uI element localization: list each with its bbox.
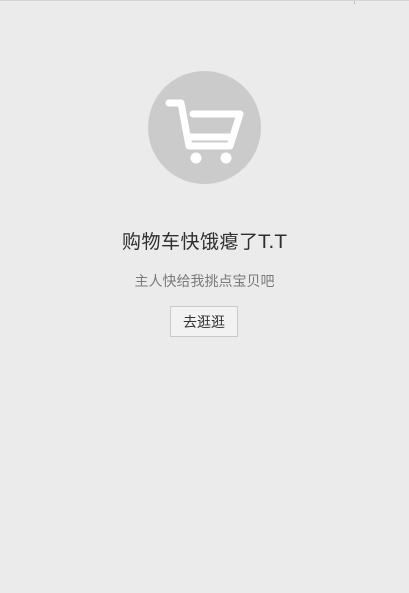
cart-icon [148,71,261,184]
top-divider-mark [354,1,355,4]
empty-cart-screen: 购物车快饿瘪了T.T 主人快给我挑点宝贝吧 去逛逛 [0,0,409,593]
go-shopping-button[interactable]: 去逛逛 [170,306,238,337]
empty-cart-title: 购物车快饿瘪了T.T [122,231,287,253]
empty-cart-subtitle: 主人快给我挑点宝贝吧 [134,274,275,290]
